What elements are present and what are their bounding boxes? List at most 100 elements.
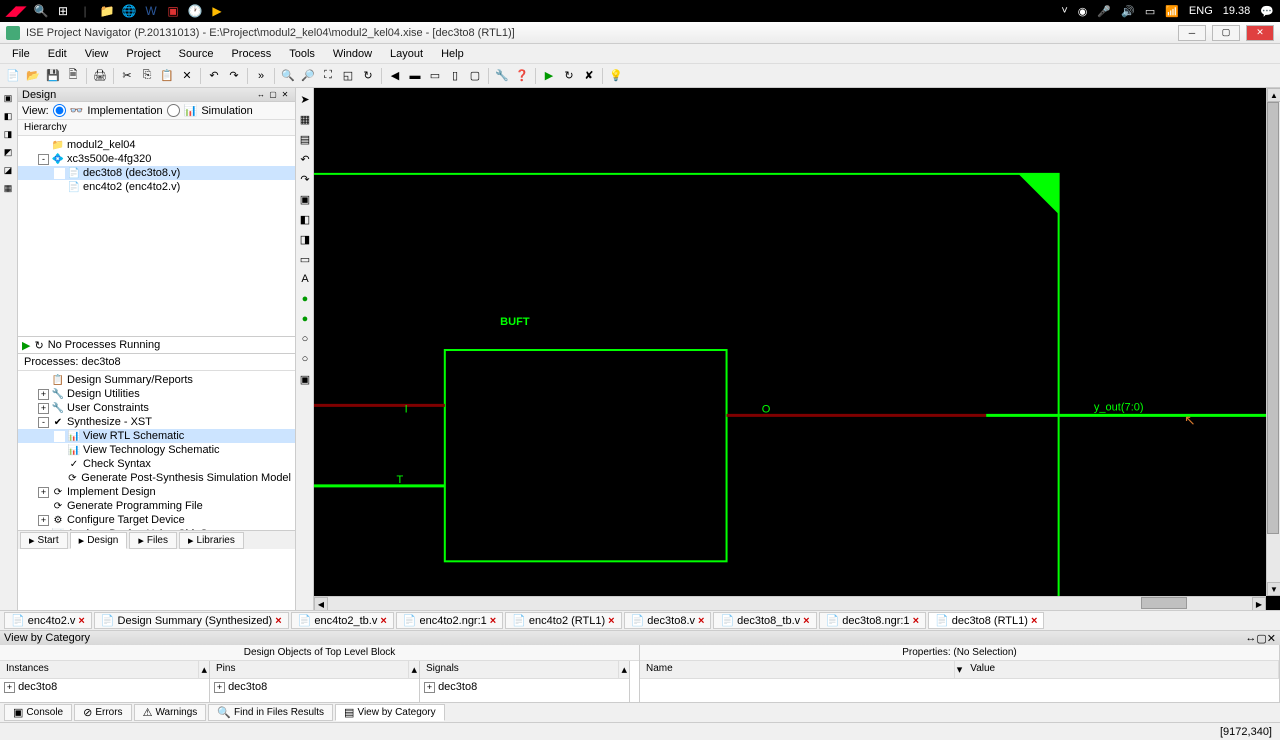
- menu-help[interactable]: Help: [433, 46, 472, 62]
- schem-icon-3[interactable]: ▤: [296, 130, 314, 148]
- schem-icon-10[interactable]: A: [296, 270, 314, 288]
- doc-tab[interactable]: 📄dec3to8.ngr:1×: [819, 612, 926, 629]
- bulb-icon[interactable]: 💡: [607, 67, 625, 85]
- lower-tab-warnings[interactable]: ⚠Warnings: [134, 704, 207, 721]
- close-tab-icon[interactable]: ×: [913, 615, 919, 627]
- buft-block[interactable]: [445, 350, 727, 561]
- simulation-radio[interactable]: [167, 104, 180, 117]
- tree-item[interactable]: +🔧User Constraints: [18, 401, 295, 415]
- processes-tree[interactable]: 📋Design Summary/Reports+🔧Design Utilitie…: [18, 371, 295, 531]
- close-tab-icon[interactable]: ×: [698, 615, 704, 627]
- instances-list[interactable]: + dec3to8: [0, 679, 209, 702]
- doc-tab[interactable]: 📄enc4to2.v×: [4, 612, 92, 629]
- schem-icon-6[interactable]: ▣: [296, 190, 314, 208]
- volume-icon[interactable]: 🔊: [1121, 5, 1135, 18]
- run-icon[interactable]: ▶: [540, 67, 558, 85]
- menu-source[interactable]: Source: [171, 46, 222, 62]
- battery-icon[interactable]: ▭: [1145, 5, 1155, 18]
- properties-list[interactable]: [640, 679, 1279, 702]
- copy-icon[interactable]: ⎘: [138, 67, 156, 85]
- ise-icon[interactable]: ▶: [210, 4, 224, 18]
- notifications-icon[interactable]: 💬: [1260, 5, 1274, 18]
- panel-float-icon[interactable]: ▢: [267, 90, 279, 100]
- chrome-icon[interactable]: 🌐: [122, 4, 136, 18]
- close-button[interactable]: ✕: [1246, 25, 1274, 41]
- tree-item[interactable]: +⚙Configure Target Device: [18, 513, 295, 527]
- tree-item[interactable]: +⟳Implement Design: [18, 485, 295, 499]
- schem-icon-7[interactable]: ◧: [296, 210, 314, 228]
- doc-tab[interactable]: 📄enc4to2 (RTL1)×: [505, 612, 621, 629]
- refresh-icon[interactable]: ↻: [359, 67, 377, 85]
- schem-icon-9[interactable]: ▭: [296, 250, 314, 268]
- more-icon[interactable]: »: [252, 67, 270, 85]
- design-tab-start[interactable]: ▸Start: [20, 532, 68, 549]
- lt-icon-5[interactable]: ◪: [0, 162, 16, 178]
- lower-tab-errors[interactable]: ⊘Errors: [74, 704, 131, 721]
- collapse-icon[interactable]: -: [38, 417, 49, 428]
- search-icon[interactable]: 🔍: [34, 4, 48, 18]
- word-icon[interactable]: W: [144, 4, 158, 18]
- schem-icon-14[interactable]: ○: [296, 350, 314, 368]
- zoom-area-icon[interactable]: ◱: [339, 67, 357, 85]
- pointer-icon[interactable]: ➤: [296, 90, 314, 108]
- tree-item[interactable]: 📊View Technology Schematic: [18, 443, 295, 457]
- menu-layout[interactable]: Layout: [382, 46, 431, 62]
- lower-float-icon[interactable]: ▢: [1256, 632, 1266, 645]
- help-icon[interactable]: ❓: [513, 67, 531, 85]
- signals-list[interactable]: + dec3to8: [420, 679, 629, 702]
- tree-item[interactable]: ✓Check Syntax: [18, 457, 295, 471]
- lower-pin-icon[interactable]: ↔: [1245, 632, 1256, 644]
- schem-icon-2[interactable]: ▦: [296, 110, 314, 128]
- explorer-icon[interactable]: 📁: [100, 4, 114, 18]
- expand-icon[interactable]: +: [38, 515, 49, 526]
- redo-icon[interactable]: ↷: [225, 67, 243, 85]
- name-header[interactable]: Name: [640, 661, 955, 678]
- schem-icon-8[interactable]: ◨: [296, 230, 314, 248]
- print-icon[interactable]: 🖨: [91, 67, 109, 85]
- lt-icon-3[interactable]: ◨: [0, 126, 16, 142]
- open-icon[interactable]: 📂: [24, 67, 42, 85]
- chevron-up-icon[interactable]: ˅: [1061, 5, 1067, 17]
- menu-edit[interactable]: Edit: [40, 46, 75, 62]
- lt-icon-4[interactable]: ◩: [0, 144, 16, 160]
- tree-item[interactable]: ⟳Generate Post-Synthesis Simulation Mode…: [18, 471, 295, 485]
- clock-text[interactable]: 19.38: [1223, 5, 1251, 17]
- run-icon[interactable]: ▶: [22, 339, 30, 352]
- menu-view[interactable]: View: [77, 46, 117, 62]
- design-tab-design[interactable]: ▸Design: [70, 532, 128, 549]
- lower-tab-console[interactable]: ▣Console: [4, 704, 72, 721]
- panel-pin-icon[interactable]: ↔: [255, 90, 267, 100]
- refresh-proc-icon[interactable]: ↻: [34, 339, 43, 352]
- save-icon[interactable]: 💾: [44, 67, 62, 85]
- lt-icon-1[interactable]: ▣: [0, 90, 16, 106]
- nav-back-icon[interactable]: ◀: [386, 67, 404, 85]
- saveall-icon[interactable]: 🗎: [64, 67, 82, 85]
- task-view-icon[interactable]: ⊞: [56, 4, 70, 18]
- close-tab-icon[interactable]: ×: [380, 615, 386, 627]
- lower-tab-view-by-category[interactable]: ▤View by Category: [335, 704, 445, 721]
- doc-tab[interactable]: 📄Design Summary (Synthesized)×: [94, 612, 289, 629]
- zoom-fit-icon[interactable]: ⛶: [319, 67, 337, 85]
- doc-tab[interactable]: 📄dec3to8 (RTL1)×: [928, 612, 1044, 629]
- close-tab-icon[interactable]: ×: [803, 615, 809, 627]
- scroll-up-icon[interactable]: ▲: [1267, 88, 1280, 102]
- schem-icon-11[interactable]: ●: [296, 290, 314, 308]
- nav-up-icon[interactable]: ▭: [426, 67, 444, 85]
- tree-item[interactable]: ⟳Generate Programming File: [18, 499, 295, 513]
- doc-tab[interactable]: 📄enc4to2_tb.v×: [291, 612, 394, 629]
- design-tab-libraries[interactable]: ▸Libraries: [179, 532, 244, 549]
- instances-header[interactable]: Instances: [0, 661, 199, 678]
- cut-icon[interactable]: ✂: [118, 67, 136, 85]
- expand-icon[interactable]: +: [38, 487, 49, 498]
- scroll-down-icon[interactable]: ▼: [1267, 582, 1280, 596]
- lt-icon-6[interactable]: ▦: [0, 180, 16, 196]
- zoom-out-icon[interactable]: 🔎: [299, 67, 317, 85]
- collapse-icon[interactable]: -: [38, 154, 49, 165]
- delete-icon[interactable]: ✕: [178, 67, 196, 85]
- menu-project[interactable]: Project: [118, 46, 168, 62]
- lower-close-icon[interactable]: ✕: [1267, 632, 1276, 645]
- menu-process[interactable]: Process: [223, 46, 279, 62]
- wifi-icon[interactable]: 📶: [1165, 5, 1179, 18]
- nav-btn-icon[interactable]: ▢: [466, 67, 484, 85]
- panel-close-icon[interactable]: ✕: [279, 90, 291, 100]
